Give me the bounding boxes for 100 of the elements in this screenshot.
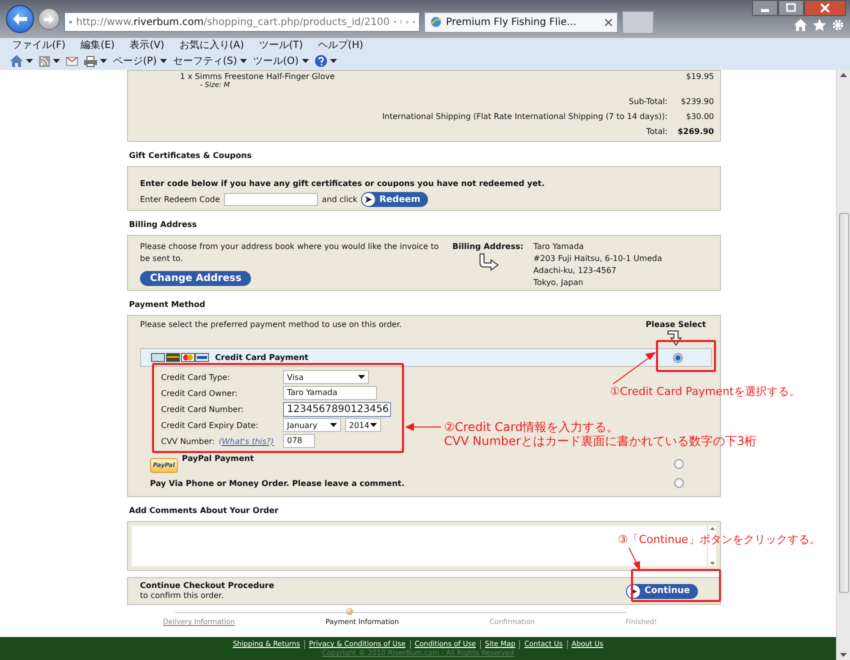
- star-icon[interactable]: [813, 19, 826, 31]
- down-arrow-icon: [666, 330, 685, 346]
- maximize-button[interactable]: [778, 0, 804, 16]
- radio-button[interactable]: [674, 478, 684, 488]
- total-value: $30.00: [686, 112, 714, 122]
- field-label: Credit Card Number:: [161, 404, 244, 414]
- continue-button[interactable]: Continue: [626, 584, 698, 598]
- help-icon[interactable]: [314, 55, 327, 67]
- callout-arrow: [628, 548, 640, 571]
- annotation-text: ②Credit Card情報を入力する。: [444, 420, 620, 434]
- total-label: Total:: [646, 127, 668, 137]
- dropdown-arrow-icon: [358, 375, 365, 379]
- payment-option-label: PayPal Payment: [182, 454, 255, 463]
- total-label: Sub-Total:: [628, 97, 668, 107]
- help-link[interactable]: (What's this?): [218, 436, 274, 446]
- annotation-text: ③「Continue」ボタンをクリックする。: [618, 533, 820, 547]
- address-line: Adachi-ku, 123-4567: [533, 265, 618, 277]
- field-label: CVV Number:: [161, 436, 215, 446]
- total-label: International Shipping (Flat Rate International Shipping (7 to 14 days)):: [382, 112, 668, 122]
- toolbar-menu[interactable]: ページ(P): [113, 54, 157, 68]
- new-tab-button[interactable]: [622, 10, 654, 34]
- site-icon: [430, 16, 442, 28]
- mail-icon[interactable]: [66, 56, 78, 66]
- input-field[interactable]: Taro Yamada: [283, 386, 377, 400]
- section-title: Add Comments About Your Order: [128, 505, 279, 517]
- field-label: Credit Card Type:: [161, 372, 230, 382]
- right-arrow-icon: [44, 14, 54, 24]
- comments-field[interactable]: [128, 522, 720, 570]
- toolbar-menu[interactable]: ツール(O): [253, 54, 299, 68]
- dropdown-arrow-icon[interactable]: [302, 59, 309, 63]
- toolbar-menu[interactable]: セーフティ(S): [172, 54, 237, 68]
- scroll-down-icon[interactable]: [710, 562, 714, 565]
- settings-icon[interactable]: [832, 19, 844, 31]
- change-address-button[interactable]: Change Address: [140, 271, 252, 286]
- item-price: $19.95: [686, 72, 714, 80]
- home-icon[interactable]: [794, 19, 807, 31]
- menu-item[interactable]: 表示(V): [130, 38, 164, 52]
- section-title: Payment Method: [128, 299, 206, 311]
- total-value: $269.90: [678, 127, 714, 137]
- input-field[interactable]: 1234567890123456: [283, 402, 391, 416]
- radio-button[interactable]: [674, 459, 684, 469]
- billing-instructions: Please choose from your address book where you would like the invoice to be sent to.: [140, 241, 440, 265]
- annotation-text: CVV Numberとはカード裏面に書かれている数字の下3桁: [444, 434, 756, 448]
- dropdown-arrow-icon[interactable]: [160, 59, 167, 63]
- redeem-code-field[interactable]: [224, 193, 318, 206]
- field-label: Enter Redeem Code: [140, 195, 220, 204]
- payment-option-label: Pay Via Phone or Money Order. Please leave a comment.: [150, 478, 406, 488]
- input-field[interactable]: 078: [283, 434, 315, 448]
- annotation-text: ①Credit Card Paymentを選択する。: [610, 385, 800, 399]
- dropdown-arrow-icon[interactable]: [53, 59, 60, 63]
- browser-tab[interactable]: Premium Fly Fishing Flie...: [424, 12, 618, 32]
- coupon-instructions: Enter code below if you have any gift certificates or coupons you have not redeemed yet.: [140, 179, 546, 189]
- address-line: Taro Yamada: [533, 241, 585, 253]
- payment-instructions: Please select the preferred payment method to use on this order.: [140, 320, 402, 331]
- forward-button[interactable]: [38, 8, 60, 30]
- callout-arrow: [405, 423, 442, 431]
- section-title: Gift Certificates & Coupons: [128, 150, 252, 162]
- menu-item[interactable]: 編集(E): [80, 38, 115, 52]
- dropdown[interactable]: 2014: [345, 418, 381, 432]
- arrow-icon: [627, 584, 640, 598]
- address-line: Tokyo, Japan: [533, 277, 584, 289]
- dropdown[interactable]: January: [283, 418, 341, 432]
- back-button[interactable]: [6, 5, 34, 33]
- dropdown-arrow-icon: [330, 423, 337, 427]
- scrollbar[interactable]: [836, 70, 850, 660]
- field-label: Credit Card Owner:: [161, 388, 238, 398]
- left-arrow-icon: [13, 13, 27, 25]
- redeem-button[interactable]: Redeem: [361, 192, 428, 207]
- scrollbar-thumb[interactable]: [838, 213, 848, 593]
- arrow-icon: [362, 193, 376, 206]
- address-line: #203 Fuji Haitsu, 6-10-1 Umeda: [533, 253, 662, 265]
- print-icon[interactable]: [84, 56, 97, 66]
- card-logos-icon: [151, 353, 209, 362]
- close-icon[interactable]: [605, 18, 612, 26]
- curved-arrow-icon: [476, 253, 499, 271]
- payment-option-row[interactable]: Credit Card Payment: [140, 348, 712, 367]
- scroll-up-icon[interactable]: [710, 527, 714, 530]
- dropdown-arrow-icon[interactable]: [100, 59, 107, 63]
- address-field[interactable]: http://www.riverbum.com/shopping_cart.php/products_id/2100: [64, 12, 420, 32]
- menu-item[interactable]: お気に入り(A): [179, 38, 244, 52]
- dropdown-arrow-icon[interactable]: [26, 59, 33, 63]
- scroll-down-icon[interactable]: [840, 653, 847, 657]
- menu-item[interactable]: ヘルプ(H): [318, 38, 364, 52]
- callout-arrow: [612, 352, 656, 384]
- please-select-label: Please Select: [646, 320, 706, 330]
- radio-button[interactable]: [673, 352, 683, 362]
- minimize-button[interactable]: [752, 0, 778, 16]
- close-button[interactable]: [804, 0, 846, 16]
- dropdown[interactable]: Visa: [283, 370, 369, 384]
- payment-option-label: Credit Card Payment: [215, 353, 310, 362]
- menu-item[interactable]: ファイル(F): [12, 38, 66, 52]
- section-title: Billing Address: [128, 219, 197, 231]
- highlight-box: [656, 340, 716, 372]
- total-value: $239.90: [680, 97, 714, 107]
- menu-item[interactable]: ツール(T): [259, 38, 303, 52]
- order-item: 1 x Simms Freestone Half-Finger Glove: [180, 72, 335, 80]
- dropdown-arrow-icon[interactable]: [330, 59, 337, 63]
- scroll-up-icon[interactable]: [840, 73, 847, 77]
- dropdown-arrow-icon: [370, 423, 377, 427]
- dropdown-arrow-icon[interactable]: [240, 59, 247, 63]
